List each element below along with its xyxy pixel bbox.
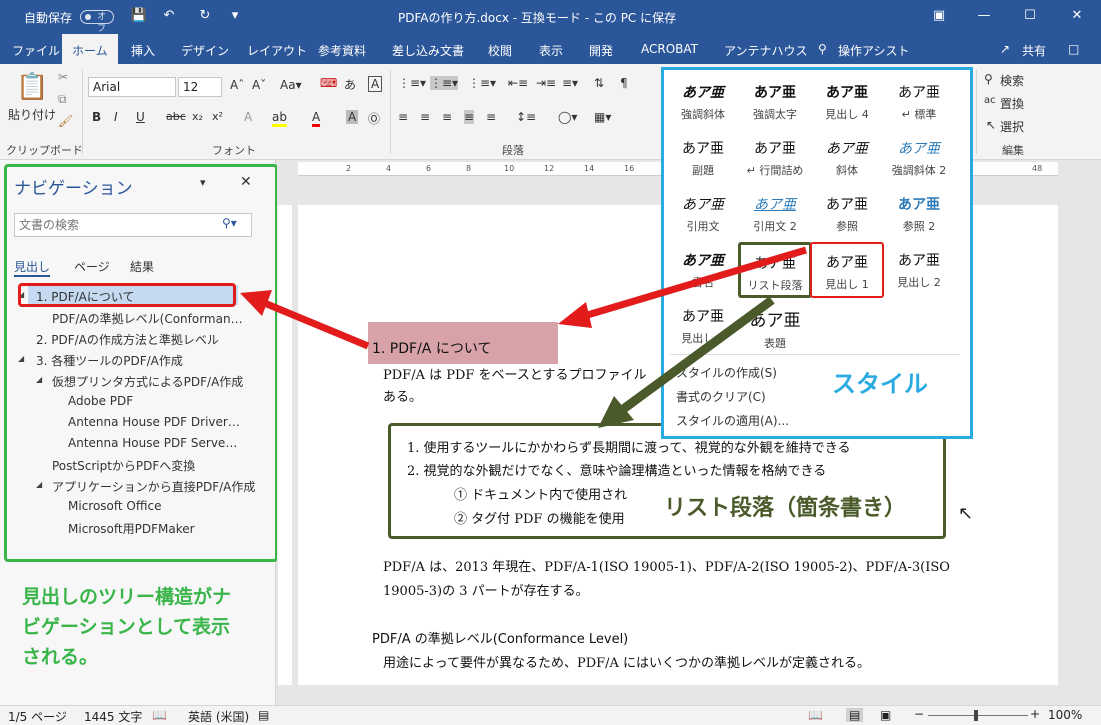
annotation-arrows — [240, 246, 807, 428]
arrow-red-right — [583, 246, 807, 320]
zoom-out-icon[interactable]: − — [914, 707, 924, 721]
page-count[interactable]: 1/5 ページ — [8, 708, 67, 725]
arrow-head — [558, 302, 592, 328]
read-mode-icon[interactable]: 📖 — [808, 708, 823, 722]
zoom-slider[interactable] — [928, 715, 1028, 716]
word-count[interactable]: 1445 文字 — [84, 708, 142, 725]
print-layout-icon[interactable]: ▤ — [846, 708, 864, 722]
macro-icon[interactable]: ▤ — [258, 708, 269, 722]
zoom-slider-thumb[interactable] — [974, 710, 978, 721]
web-layout-icon[interactable]: ▣ — [880, 708, 891, 722]
arrow-green — [619, 296, 775, 414]
zoom-in-icon[interactable]: + — [1030, 707, 1040, 721]
language[interactable]: 英語 (米国) — [188, 708, 249, 725]
proofing-icon[interactable]: 📖 — [152, 708, 167, 722]
zoom-level[interactable]: 100% — [1048, 708, 1082, 722]
arrow-red-left — [260, 298, 370, 350]
status-bar: 1/5 ページ 1445 文字 📖 英語 (米国) ▤ 📖 ▤ ▣ − + 10… — [0, 705, 1101, 725]
